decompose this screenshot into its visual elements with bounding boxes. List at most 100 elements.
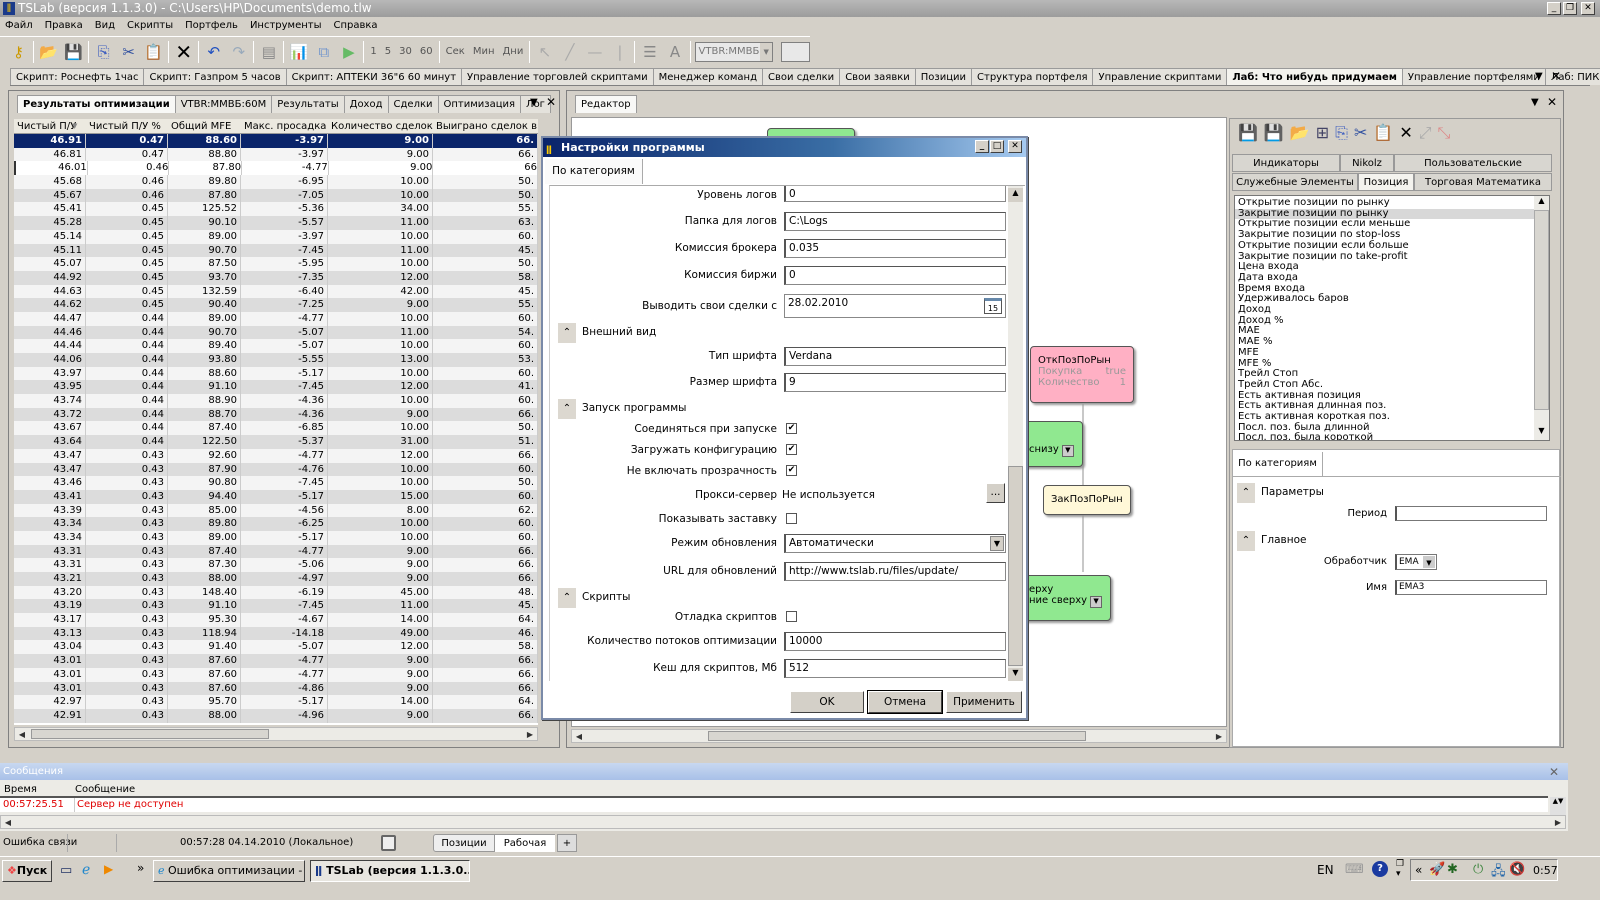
proxy-settings-button[interactable]: ... — [986, 483, 1005, 503]
table-row[interactable]: 43.20 0.43 148.40 -6.19 45.00 48. — [14, 585, 538, 600]
log-folder-field[interactable]: C:\Logs — [784, 212, 1006, 231]
block-list-item[interactable]: Посл. поз. была короткой — [1235, 433, 1549, 440]
category-appearance[interactable]: ⌃ Внешний вид — [558, 322, 656, 343]
volume-muted-icon[interactable]: 🔇 — [1509, 862, 1525, 877]
table-row[interactable]: 45.14 0.45 89.00 -3.97 10.00 60. — [14, 229, 538, 244]
table-row[interactable]: 42.97 0.43 95.70 -5.17 14.00 64. — [14, 695, 538, 709]
restore-icon[interactable]: ❐ ▾ — [1396, 859, 1404, 879]
cut-icon[interactable]: ✂ — [118, 41, 139, 63]
column-header[interactable]: Макс. просадка — [241, 119, 328, 133]
messages-horizontal-scrollbar[interactable]: ◀ ▶ — [0, 815, 1566, 829]
table-row[interactable]: 44.44 0.44 89.40 -5.07 10.00 60. — [14, 339, 538, 353]
paste-icon[interactable]: 📋 — [1373, 123, 1393, 143]
table-row[interactable]: 44.92 0.45 93.70 -7.35 12.00 58. — [14, 270, 538, 285]
table-row[interactable]: 43.19 0.43 91.10 -7.45 11.00 45. — [14, 599, 538, 614]
taskbar-item-browser[interactable]: ℯ Ошибка оптимизации - ... — [153, 860, 305, 882]
handler-select[interactable]: EMA ▼ — [1395, 554, 1437, 570]
doc-tab[interactable]: Свои заявки — [839, 68, 916, 85]
block-list-item[interactable]: MAE — [1235, 326, 1549, 337]
splash-checkbox[interactable] — [786, 513, 797, 524]
name-field[interactable]: EMA3 — [1395, 580, 1547, 595]
editor-horizontal-scrollbar[interactable]: ◀ ▶ — [571, 729, 1227, 743]
table-row[interactable]: 44.46 0.44 90.70 -5.07 11.00 54. — [14, 325, 538, 340]
column-time[interactable]: Время — [0, 782, 75, 796]
table-horizontal-scrollbar[interactable]: ◀ ▶ — [14, 727, 538, 741]
table-row[interactable]: 43.31 0.43 87.40 -4.77 9.00 66. — [14, 544, 538, 559]
calendar-icon[interactable]: 15 — [984, 298, 1002, 314]
interval-5[interactable]: 5 — [383, 46, 393, 57]
doc-tab[interactable]: Скрипт: АПТЕКИ 36"6 60 минут — [285, 68, 463, 85]
menu-tools[interactable]: Инструменты — [250, 17, 322, 35]
unit-min[interactable]: Мин — [471, 46, 497, 57]
diagram-icon[interactable]: ⧉ — [313, 41, 334, 63]
menu-view[interactable]: Вид — [95, 17, 115, 35]
table-row[interactable]: 45.28 0.45 90.10 -5.57 11.00 63. — [14, 216, 538, 230]
tab-custom[interactable]: Пользовательские — [1394, 154, 1552, 172]
show-desktop-icon[interactable]: ▭ — [60, 863, 72, 878]
collapse-icon[interactable]: ⌃ — [558, 588, 576, 608]
panel-close-icon[interactable]: ✕ — [1547, 95, 1557, 109]
close-position-node[interactable]: ЗакПозПоРын — [1043, 485, 1131, 515]
interval-1[interactable]: 1 — [368, 46, 378, 57]
table-row[interactable]: 43.04 0.43 91.40 -5.07 12.00 58. — [14, 640, 538, 655]
column-header[interactable]: Чистый П/У % — [86, 119, 168, 133]
script-debug-checkbox[interactable] — [786, 611, 797, 622]
scrollbar-thumb[interactable] — [1008, 466, 1023, 666]
scroll-right-icon[interactable]: ▶ — [1212, 730, 1226, 744]
save-icon[interactable]: 💾 — [1238, 123, 1258, 143]
tab-3[interactable]: Доход — [343, 95, 389, 113]
doc-tab[interactable]: Свои сделки — [762, 68, 841, 85]
column-header[interactable]: Общий MFE — [168, 119, 241, 133]
power-icon[interactable]: ⏻ — [1473, 862, 1483, 877]
scroll-down-icon[interactable]: ▼ — [1534, 426, 1549, 440]
collapse-icon[interactable]: ⌃ — [558, 323, 576, 343]
doc-tab[interactable]: Лаб: Что нибудь придумаем — [1226, 68, 1403, 85]
doc-tab[interactable]: Структура портфеля — [971, 68, 1094, 85]
unit-day[interactable]: Дни — [500, 46, 525, 57]
redo-icon[interactable]: ↷ — [228, 41, 249, 63]
keyboard-icon[interactable]: ⌨ — [1345, 862, 1364, 877]
collapse-icon[interactable]: ⌃ — [558, 399, 576, 419]
pointer-icon[interactable]: ↖ — [534, 41, 555, 63]
scroll-left-icon[interactable]: ◀ — [15, 728, 29, 742]
broker-fee-field[interactable]: 0.035 — [784, 239, 1006, 258]
table-row[interactable]: 43.74 0.44 88.90 -4.36 10.00 60. — [14, 394, 538, 408]
key-icon[interactable]: ⚷ — [8, 41, 29, 63]
optimization-threads-field[interactable]: 10000 — [784, 632, 1006, 651]
table-row[interactable]: 46.81 0.47 88.80 -3.97 9.00 66. — [14, 147, 538, 162]
log-level-field[interactable]: 0 — [784, 186, 1006, 202]
table-row[interactable]: 43.47 0.43 87.90 -4.76 10.00 60. — [14, 462, 538, 477]
scroll-left-icon[interactable]: ◀ — [1, 816, 15, 830]
interval-60[interactable]: 60 — [418, 46, 435, 57]
condition-node-2[interactable]: ерху ние сверху ▼ — [1021, 575, 1111, 621]
collapse-icon[interactable]: ⌃ — [1237, 483, 1255, 503]
messages-close-icon[interactable]: ✕ — [1549, 764, 1559, 781]
fibo-icon[interactable]: ☰ — [639, 41, 660, 63]
menu-file[interactable]: Файл — [5, 17, 33, 35]
table-row[interactable]: 43.97 0.44 88.60 -5.17 10.00 60. — [14, 366, 538, 381]
interval-30[interactable]: 30 — [397, 46, 414, 57]
open-position-node[interactable]: ОткПозПоРын Покупка true Количество 1 — [1030, 346, 1134, 403]
hline-tool-icon[interactable]: — — [584, 41, 605, 63]
table-row[interactable]: 45.41 0.45 125.52 -5.36 34.00 55. — [14, 202, 538, 217]
scroll-left-icon[interactable]: ◀ — [572, 730, 586, 744]
table-row[interactable]: 45.11 0.45 90.70 -7.45 11.00 45. — [14, 243, 538, 258]
text-tool-icon[interactable]: A — [665, 41, 686, 63]
scrollbar-thumb[interactable] — [1534, 210, 1549, 410]
delete-icon[interactable]: ✕ — [1399, 123, 1412, 143]
block-list-item[interactable]: Доход % — [1235, 315, 1549, 327]
table-row[interactable]: 43.67 0.44 87.40 -6.85 10.00 50. — [14, 421, 538, 436]
start-button[interactable]: ❖Пуск — [2, 860, 52, 882]
no-transparency-checkbox[interactable]: ✔ — [786, 465, 797, 476]
block-list-item[interactable]: Удерживалось баров — [1235, 294, 1549, 305]
script-cache-field[interactable]: 512 — [784, 659, 1006, 678]
scroll-down-icon[interactable]: ▼ — [1008, 668, 1023, 681]
network-icon[interactable]: 🖧 — [1491, 862, 1506, 884]
table-row[interactable]: 43.95 0.44 91.10 -7.45 12.00 41. — [14, 380, 538, 395]
panel-menu-icon[interactable]: ▼ — [1531, 97, 1539, 108]
update-mode-select[interactable]: Автоматически ▼ — [784, 534, 1006, 553]
table-row[interactable]: 44.62 0.45 90.40 -7.25 9.00 55. — [14, 298, 538, 312]
menu-portfolio[interactable]: Портфель — [185, 17, 238, 35]
add-workspace-button[interactable]: + — [557, 834, 577, 852]
scroll-right-icon[interactable]: ▶ — [523, 728, 537, 742]
